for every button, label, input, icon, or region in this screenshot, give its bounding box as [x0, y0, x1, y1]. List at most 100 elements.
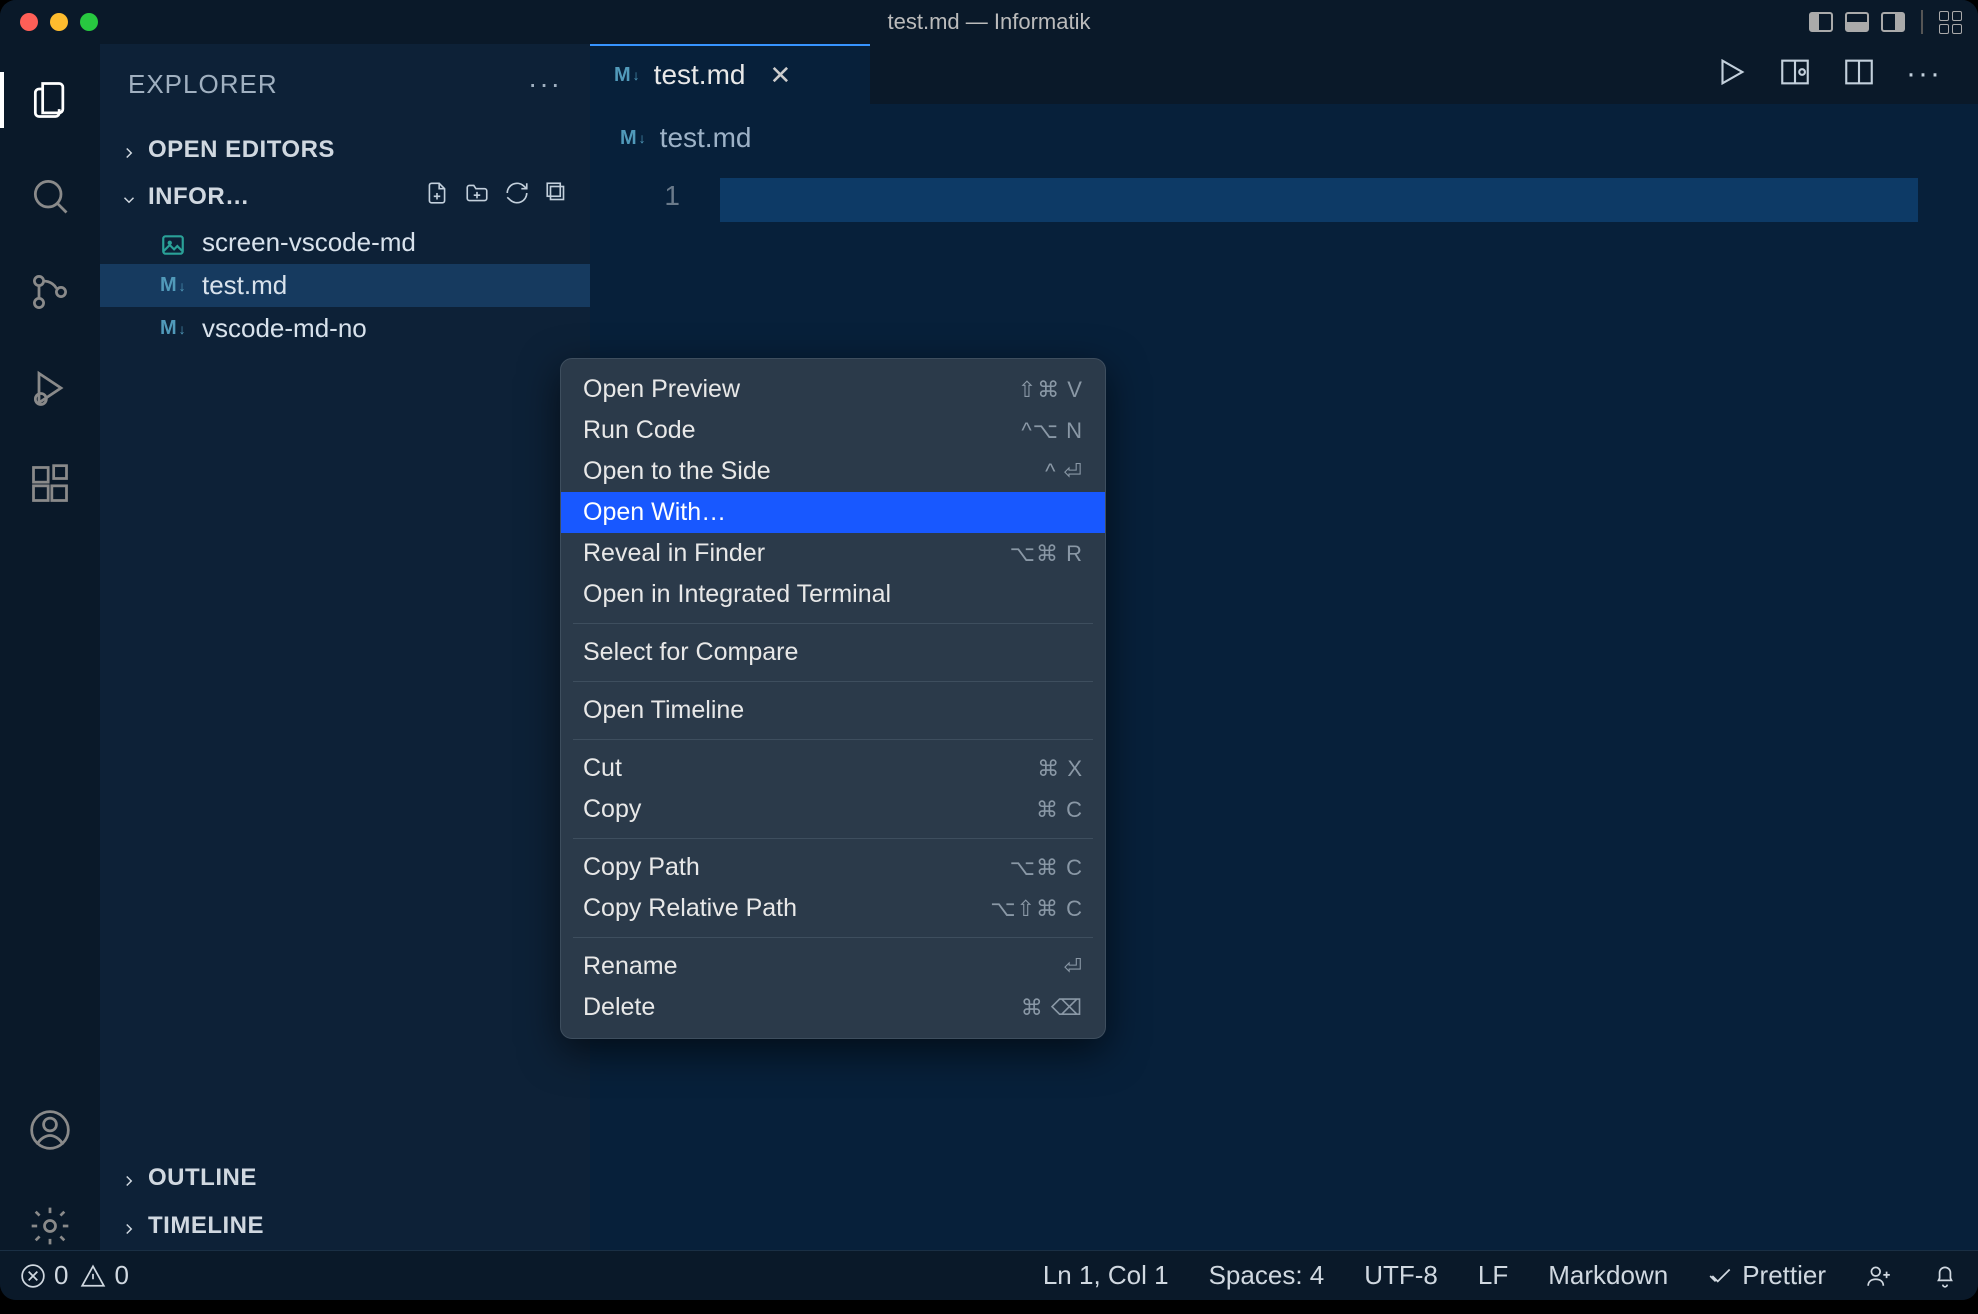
file-name: vscode-md-no [202, 313, 367, 344]
context-menu-item[interactable]: Open Timeline [561, 690, 1105, 731]
context-menu-item[interactable]: Open With… [561, 492, 1105, 533]
encoding-status[interactable]: UTF-8 [1364, 1260, 1438, 1291]
menu-item-label: Reveal in Finder [583, 539, 765, 568]
outline-section[interactable]: OUTLINE [100, 1154, 590, 1202]
context-menu-item[interactable]: Rename⏎ [561, 946, 1105, 987]
folder-section[interactable]: INFOR… [100, 172, 590, 221]
bell-icon[interactable] [1932, 1263, 1958, 1289]
explorer-sidebar: EXPLORER ··· OPEN EDITORS INFOR… [100, 44, 590, 1250]
window-close-button[interactable] [20, 13, 38, 31]
menu-item-label: Delete [583, 993, 655, 1022]
prettier-status[interactable]: Prettier [1708, 1260, 1826, 1291]
warnings-count: 0 [114, 1260, 128, 1291]
titlebar-divider [1921, 10, 1923, 34]
new-file-icon[interactable] [424, 180, 450, 213]
image-file-icon [160, 232, 188, 254]
breadcrumb[interactable]: M↓ test.md [590, 104, 1978, 172]
search-icon[interactable] [26, 172, 74, 220]
menu-separator [573, 681, 1093, 682]
settings-gear-icon[interactable] [26, 1202, 74, 1250]
sidebar-more-icon[interactable]: ··· [528, 68, 562, 100]
errors-status[interactable]: 0 [20, 1260, 68, 1291]
markdown-icon: M↓ [620, 127, 646, 150]
menu-item-shortcut: ⌘ X [1037, 756, 1083, 782]
file-row[interactable]: screen-vscode-md [100, 221, 590, 264]
menu-item-shortcut: ⌥⇧⌘ C [990, 896, 1083, 922]
context-menu-item[interactable]: Reveal in Finder⌥⌘ R [561, 533, 1105, 574]
close-icon[interactable]: ✕ [769, 60, 791, 91]
menu-item-label: Copy [583, 795, 641, 824]
context-menu-item[interactable]: Copy Relative Path ⌥⇧⌘ C [561, 888, 1105, 929]
menu-item-label: Cut [583, 754, 622, 783]
titlebar: test.md — Informatik [0, 0, 1978, 44]
context-menu-item[interactable]: Open Preview ⇧⌘ V [561, 369, 1105, 410]
context-menu: Open Preview⇧⌘ VRun Code^⌥ NOpen to the … [560, 358, 1106, 1039]
menu-item-label: Open in Integrated Terminal [583, 580, 891, 609]
context-menu-item[interactable]: Cut ⌘ X [561, 748, 1105, 789]
open-editors-section[interactable]: OPEN EDITORS [100, 128, 590, 172]
menu-item-shortcut: ⌘ C [1036, 797, 1083, 823]
tabs-row: M↓ test.md ✕ ··· [590, 44, 1978, 104]
menu-item-label: Open Preview [583, 375, 740, 404]
chevron-right-icon [120, 1217, 138, 1235]
context-menu-item[interactable]: Copy ⌘ C [561, 789, 1105, 830]
explorer-icon[interactable] [26, 76, 74, 124]
menu-item-label: Open With… [583, 498, 726, 527]
file-name: screen-vscode-md [202, 227, 416, 258]
panel-left-icon[interactable] [1809, 12, 1833, 32]
run-icon[interactable] [1714, 55, 1748, 94]
menu-item-shortcut: ⌥⌘ C [1010, 855, 1083, 881]
menu-separator [573, 838, 1093, 839]
file-row[interactable]: M↓ vscode-md-no [100, 307, 590, 350]
menu-item-shortcut: ⇧⌘ V [1018, 377, 1083, 403]
language-status[interactable]: Markdown [1548, 1260, 1668, 1291]
markdown-icon: M↓ [614, 64, 640, 87]
menu-separator [573, 739, 1093, 740]
menu-item-label: Copy Path [583, 853, 700, 882]
source-control-icon[interactable] [26, 268, 74, 316]
open-editors-label: OPEN EDITORS [148, 136, 335, 164]
tab-label: test.md [654, 59, 746, 91]
markdown-icon: M↓ [160, 318, 188, 340]
context-menu-item[interactable]: Open to the Side^ ⏎ [561, 451, 1105, 492]
feedback-icon[interactable] [1866, 1263, 1892, 1289]
menu-separator [573, 623, 1093, 624]
new-folder-icon[interactable] [464, 180, 490, 213]
context-menu-item[interactable]: Run Code^⌥ N [561, 410, 1105, 451]
outline-label: OUTLINE [148, 1164, 257, 1192]
window-title: test.md — Informatik [888, 9, 1091, 35]
window-maximize-button[interactable] [80, 13, 98, 31]
editor-more-icon[interactable]: ··· [1906, 57, 1942, 91]
panel-bottom-icon[interactable] [1845, 12, 1869, 32]
menu-item-label: Copy Relative Path [583, 894, 797, 923]
menu-item-label: Select for Compare [583, 638, 798, 667]
current-line-highlight [720, 178, 1918, 222]
file-row[interactable]: M↓test.md [100, 264, 590, 307]
tab-test-md[interactable]: M↓ test.md ✕ [590, 44, 870, 104]
extensions-icon[interactable] [26, 460, 74, 508]
eol-status[interactable]: LF [1478, 1260, 1508, 1291]
account-icon[interactable] [26, 1106, 74, 1154]
indent-status[interactable]: Spaces: 4 [1209, 1260, 1325, 1291]
activity-bar [0, 44, 100, 1250]
markdown-icon: M↓ [160, 275, 188, 297]
timeline-section[interactable]: TIMELINE [100, 1202, 590, 1250]
collapse-all-icon[interactable] [544, 180, 570, 213]
line-number: 1 [590, 180, 680, 212]
warnings-status[interactable]: 0 [80, 1260, 128, 1291]
chevron-right-icon [120, 141, 138, 159]
preview-side-icon[interactable] [1778, 55, 1812, 94]
split-editor-icon[interactable] [1842, 55, 1876, 94]
window-minimize-button[interactable] [50, 13, 68, 31]
layout-grid-icon[interactable] [1939, 11, 1962, 34]
context-menu-item[interactable]: Select for Compare [561, 632, 1105, 673]
context-menu-item[interactable]: Open in Integrated Terminal [561, 574, 1105, 615]
menu-item-label: Open to the Side [583, 457, 771, 486]
folder-name: INFOR… [148, 183, 250, 211]
panel-right-icon[interactable] [1881, 12, 1905, 32]
cursor-position[interactable]: Ln 1, Col 1 [1043, 1260, 1169, 1291]
refresh-icon[interactable] [504, 180, 530, 213]
context-menu-item[interactable]: Delete⌘ ⌫ [561, 987, 1105, 1028]
context-menu-item[interactable]: Copy Path ⌥⌘ C [561, 847, 1105, 888]
run-debug-icon[interactable] [26, 364, 74, 412]
